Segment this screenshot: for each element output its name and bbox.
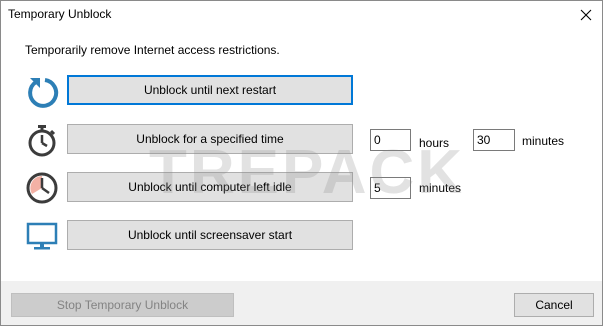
cancel-button[interactable]: Cancel xyxy=(514,293,594,317)
window-title: Temporary Unblock xyxy=(8,7,112,21)
minutes-input[interactable] xyxy=(473,129,515,151)
close-icon xyxy=(580,9,592,21)
title-bar: Temporary Unblock xyxy=(1,1,602,29)
unblock-until-screensaver-button[interactable]: Unblock until screensaver start xyxy=(67,220,353,250)
hours-input[interactable] xyxy=(370,129,411,151)
clock-icon xyxy=(26,172,58,204)
unblock-until-restart-button[interactable]: Unblock until next restart xyxy=(67,75,353,105)
description-text: Temporarily remove Internet access restr… xyxy=(25,43,280,57)
idle-minutes-label: minutes xyxy=(419,181,462,195)
stop-temporary-unblock-button[interactable]: Stop Temporary Unblock xyxy=(11,293,234,317)
unblock-until-idle-button[interactable]: Unblock until computer left idle xyxy=(67,172,353,202)
monitor-icon xyxy=(26,222,58,250)
idle-minutes-input[interactable] xyxy=(370,177,411,199)
minutes-label: minutes xyxy=(522,134,565,148)
dialog-body: Temporarily remove Internet access restr… xyxy=(1,29,602,281)
restart-arrow-icon xyxy=(28,78,59,108)
unblock-specified-time-button[interactable]: Unblock for a specified time xyxy=(67,124,353,154)
close-button[interactable] xyxy=(570,1,602,29)
hours-label: hours xyxy=(419,136,450,150)
stopwatch-icon xyxy=(28,125,56,157)
temporary-unblock-dialog: Temporary Unblock Temporarily remove Int… xyxy=(0,0,603,326)
